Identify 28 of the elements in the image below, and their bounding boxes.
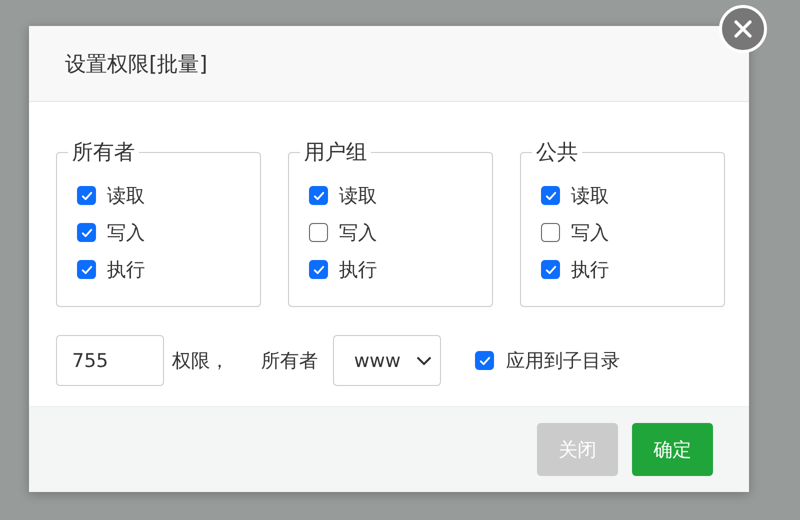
dialog-title: 设置权限[批量]: [65, 50, 208, 78]
checkbox[interactable]: [309, 223, 328, 242]
checkbox-label[interactable]: 执行: [107, 256, 145, 282]
owner-label: 所有者: [261, 348, 318, 374]
checkbox-label[interactable]: 写入: [107, 220, 145, 246]
checkbox[interactable]: [77, 186, 96, 205]
checkbox-label[interactable]: 执行: [571, 256, 609, 282]
owner-select[interactable]: www: [333, 335, 441, 386]
checkbox[interactable]: [77, 223, 96, 242]
checkbox-label[interactable]: 写入: [339, 220, 377, 246]
checkbox[interactable]: [309, 186, 328, 205]
mode-label: 权限，: [172, 348, 229, 374]
chevron-down-icon: [416, 356, 432, 366]
checkbox[interactable]: [541, 260, 560, 279]
checkbox[interactable]: [541, 223, 560, 242]
checkbox[interactable]: [77, 260, 96, 279]
checkbox[interactable]: [309, 260, 328, 279]
checkbox-label[interactable]: 执行: [339, 256, 377, 282]
checkbox-label[interactable]: 读取: [339, 182, 377, 208]
checkbox-label[interactable]: 读取: [571, 182, 609, 208]
checkbox-label[interactable]: 写入: [571, 220, 609, 246]
close-icon: [733, 19, 753, 39]
checkbox-label[interactable]: 应用到子目录: [506, 348, 620, 374]
checkbox[interactable]: [541, 186, 560, 205]
checkbox[interactable]: [475, 351, 494, 370]
close-button[interactable]: [719, 5, 767, 53]
checkbox-label[interactable]: 读取: [107, 182, 145, 208]
mode-input[interactable]: 755: [56, 335, 164, 386]
